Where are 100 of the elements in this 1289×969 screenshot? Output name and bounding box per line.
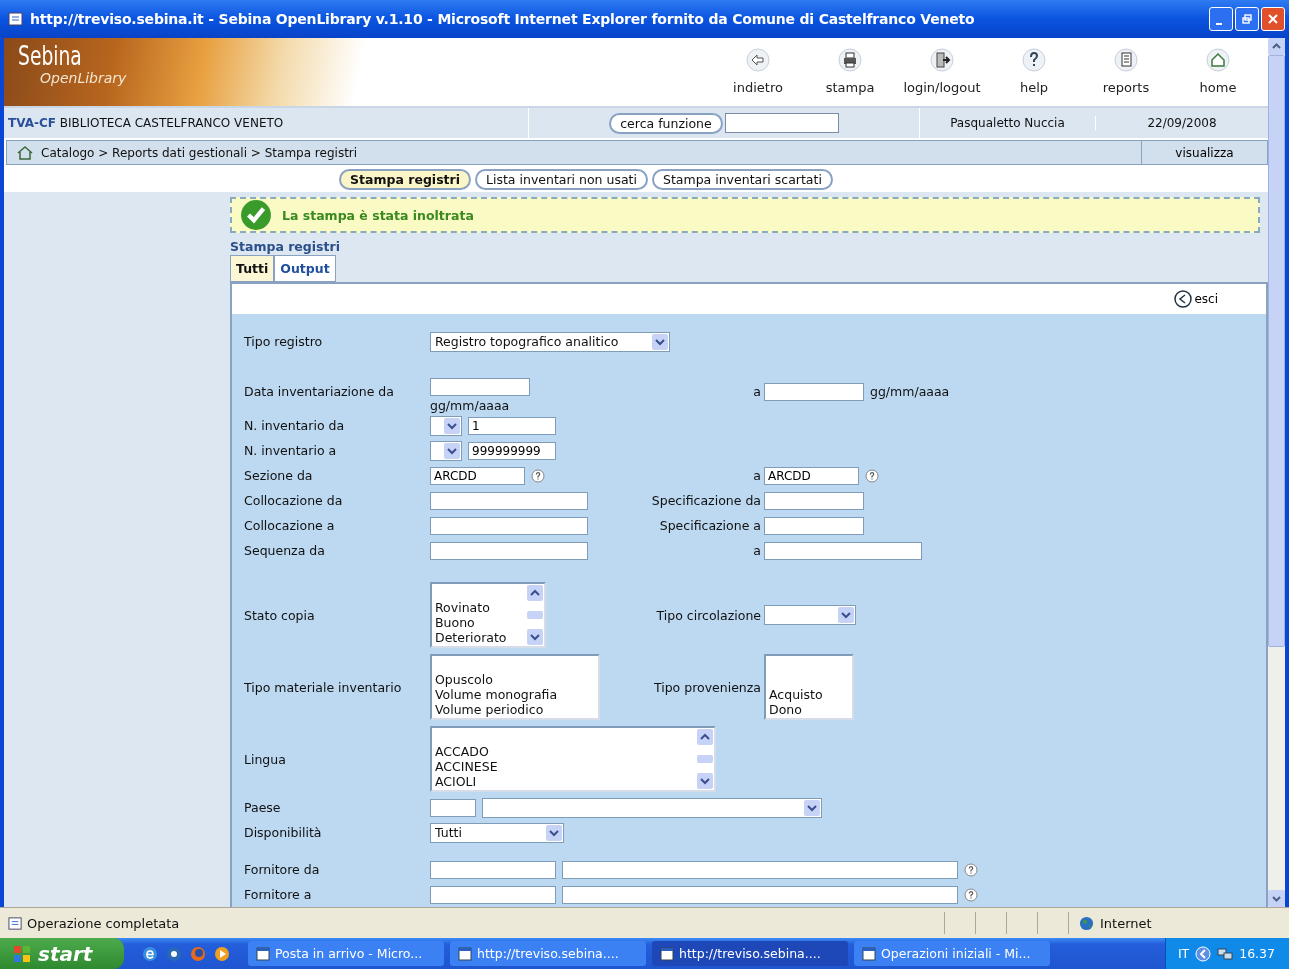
reports-button[interactable]: reports xyxy=(1080,38,1172,106)
list-scrollbar[interactable] xyxy=(526,584,544,646)
scroll-thumb[interactable] xyxy=(527,611,543,619)
restore-button[interactable] xyxy=(1235,7,1259,31)
function-tab[interactable]: Lista inventari non usati xyxy=(475,168,648,190)
list-option[interactable]: Opuscolo xyxy=(435,672,598,687)
search-field[interactable] xyxy=(724,113,839,133)
help-icon[interactable] xyxy=(964,887,978,902)
chevron-up-icon[interactable] xyxy=(527,585,543,601)
text-field[interactable] xyxy=(764,516,864,535)
text-field[interactable] xyxy=(562,885,958,904)
windows-logo-icon xyxy=(12,943,32,964)
text-field[interactable] xyxy=(430,541,588,560)
browser-icon[interactable] xyxy=(142,945,158,962)
list-option[interactable]: Dono xyxy=(769,702,852,717)
help-button[interactable]: help xyxy=(988,38,1080,106)
text-field[interactable] xyxy=(562,860,958,879)
text-field[interactable]: ARCDD xyxy=(430,466,525,485)
exit-button[interactable]: esci xyxy=(1174,290,1218,308)
field-label: Fornitore da xyxy=(244,862,321,877)
arrow-left-icon[interactable] xyxy=(1195,945,1212,962)
field-label: Data inventariazione da xyxy=(244,384,395,399)
function-tab[interactable]: Stampa inventari scartati xyxy=(652,168,833,190)
chevron-up-icon[interactable] xyxy=(697,729,713,745)
field-label: Specificazione da xyxy=(650,493,762,508)
list-option[interactable]: Volume periodico xyxy=(435,702,598,717)
window-title: http://treviso.sebina.it - Sebina OpenLibrary v.1.10 - Microsoft Internet Explorer fornito da Comune di Castelfranco Veneto xyxy=(30,11,976,27)
taskbar-item[interactable]: Operazioni iniziali - Mi... xyxy=(854,941,1050,966)
page-icon xyxy=(8,915,23,931)
text-field[interactable]: ARCDD xyxy=(764,466,859,485)
minimize-icon xyxy=(1216,23,1222,25)
language-indicator[interactable]: IT xyxy=(1177,946,1190,961)
text-field[interactable] xyxy=(430,860,556,879)
list-option[interactable]: ACCINESE xyxy=(435,759,696,774)
tab[interactable]: Tutti xyxy=(230,255,275,282)
list-box[interactable]: Rovinato Buono Deteriorato xyxy=(430,582,546,648)
dropdown[interactable] xyxy=(482,797,822,818)
print-button[interactable]: stampa xyxy=(804,38,896,106)
field-label: Tipo circolazione xyxy=(655,607,762,623)
list-box[interactable]: Opuscolo Volume monografia Volume periodico xyxy=(430,654,600,720)
scroll-thumb[interactable] xyxy=(1268,55,1285,647)
list-option[interactable]: Acquisto xyxy=(769,687,852,702)
text-field[interactable] xyxy=(764,541,922,560)
view-button[interactable]: visualizza xyxy=(1142,141,1267,164)
checkmark-icon xyxy=(240,199,272,231)
text-field[interactable] xyxy=(430,516,588,535)
text-field[interactable] xyxy=(430,885,556,904)
list-scrollbar[interactable] xyxy=(696,728,714,790)
dropdown[interactable] xyxy=(430,415,462,436)
media-icon[interactable] xyxy=(214,945,230,962)
network-icon[interactable] xyxy=(1217,945,1234,962)
start-button[interactable]: start xyxy=(0,938,124,969)
dropdown[interactable]: Registro topografico analitico xyxy=(430,331,670,352)
taskbar-item[interactable]: http://treviso.sebina.... xyxy=(450,941,646,966)
restore-icon xyxy=(1242,14,1252,24)
text-field[interactable] xyxy=(430,378,530,396)
text-field[interactable]: 999999999 xyxy=(468,441,556,460)
list-box[interactable]: Acquisto Dono xyxy=(764,654,854,720)
breadcrumb-path: Catalogo > Reports dati gestionali > Stampa registri xyxy=(41,145,358,160)
list-option[interactable]: Rovinato xyxy=(435,600,526,615)
dropdown[interactable] xyxy=(764,605,856,625)
chevron-down-icon[interactable] xyxy=(527,629,543,645)
field-label: Specificazione a xyxy=(658,518,762,533)
chevron-up-icon[interactable] xyxy=(1268,38,1285,55)
login-button[interactable]: login/logout xyxy=(896,38,988,106)
dropdown[interactable] xyxy=(430,440,462,461)
list-option[interactable]: ACCADO xyxy=(435,744,696,759)
function-tab[interactable]: Stampa registri xyxy=(339,168,471,190)
text-field[interactable] xyxy=(764,491,864,510)
text-field[interactable] xyxy=(430,491,588,510)
text-field[interactable] xyxy=(764,382,864,401)
back-button[interactable]: indietro xyxy=(712,38,804,106)
close-button[interactable] xyxy=(1261,7,1285,31)
taskbar-item[interactable]: http://treviso.sebina.... xyxy=(652,941,848,966)
help-icon[interactable] xyxy=(865,468,879,483)
status-text: Operazione completata xyxy=(27,915,180,931)
search-function-button[interactable]: cerca funzione xyxy=(609,112,723,134)
chevron-down-icon[interactable] xyxy=(697,773,713,789)
home-button[interactable]: home xyxy=(1172,38,1264,106)
dropdown[interactable]: Tutti xyxy=(430,822,564,843)
window-icon xyxy=(256,946,270,961)
help-icon[interactable] xyxy=(531,468,545,483)
document-icon xyxy=(1114,48,1138,72)
taskbar-item[interactable]: Posta in arrivo - Micro... xyxy=(248,941,444,966)
list-option[interactable]: Deteriorato xyxy=(435,630,526,645)
help-icon[interactable] xyxy=(964,862,978,877)
scroll-thumb[interactable] xyxy=(697,755,713,763)
list-box[interactable]: ACCADO ACCINESE ACIOLI xyxy=(430,726,716,792)
tab[interactable]: Output xyxy=(274,255,336,282)
close-icon xyxy=(1268,14,1278,24)
list-option[interactable]: Buono xyxy=(435,615,526,630)
text-field[interactable] xyxy=(430,798,476,817)
minimize-button[interactable] xyxy=(1209,7,1233,31)
browser-icon[interactable] xyxy=(166,945,182,962)
chevron-down-icon[interactable] xyxy=(1268,890,1285,907)
text-field[interactable]: 1 xyxy=(468,416,556,435)
list-option[interactable]: ACIOLI xyxy=(435,774,696,789)
page-scrollbar[interactable] xyxy=(1268,38,1285,907)
section-title: Stampa registri xyxy=(230,239,341,254)
list-option[interactable]: Volume monografia xyxy=(435,687,598,702)
